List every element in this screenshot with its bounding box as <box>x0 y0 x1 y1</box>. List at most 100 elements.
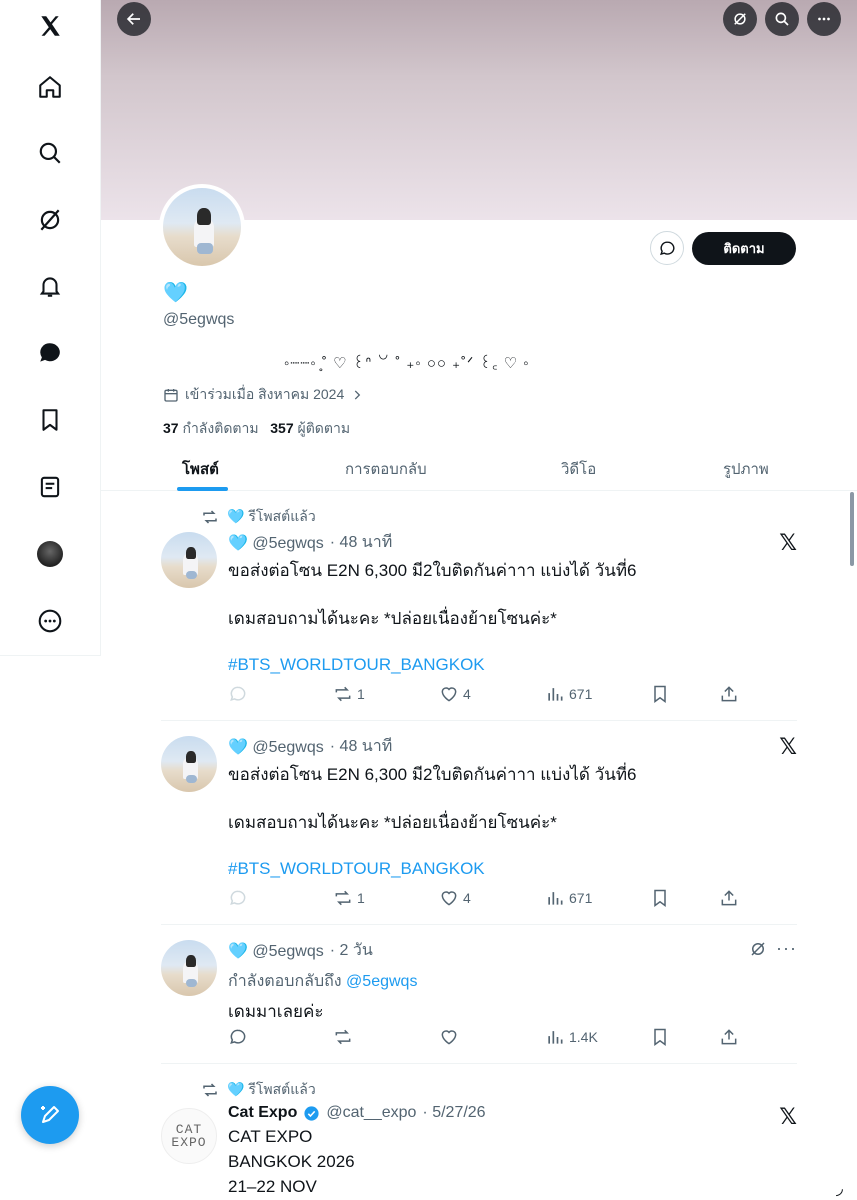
tab-posts[interactable]: โพสต์ <box>182 457 219 481</box>
post-display-name[interactable]: Cat Expo <box>228 1104 297 1122</box>
like-button[interactable]: 4 <box>439 684 471 704</box>
compose-post-button[interactable] <box>21 1086 79 1144</box>
profile-avatar-icon[interactable] <box>32 536 68 572</box>
chat-bubble-icon <box>659 240 675 255</box>
followers-link[interactable]: 357 ผู้ติดตาม <box>270 420 350 436</box>
post-author[interactable]: 🩵 @5egwqs <box>228 737 324 757</box>
profile-tabs: โพสต์ การตอบกลับ วิดีโอ รูปภาพ <box>101 445 857 491</box>
share-button[interactable] <box>719 1027 739 1047</box>
join-date-text: เข้าร่วมเมื่อ สิงหาคม 2024 <box>185 386 345 402</box>
post-card[interactable]: 🩵 @5egwqs · 48 นาที ขอส่งต่อโซน E2N 6,30… <box>161 734 797 914</box>
back-button[interactable] <box>117 2 151 36</box>
home-icon[interactable] <box>32 69 68 105</box>
views-button[interactable]: 671 <box>545 684 592 704</box>
follow-button[interactable]: ติดตาม <box>692 232 796 265</box>
x-source-icon: 𝕏 <box>779 1104 797 1129</box>
bookmark-button[interactable] <box>650 1027 670 1047</box>
search-icon[interactable] <box>32 135 68 171</box>
like-button[interactable]: 4 <box>439 888 471 908</box>
repost-indicator: 🩵 รีโพสต์แล้ว <box>201 1079 316 1101</box>
notifications-icon[interactable] <box>32 268 68 304</box>
message-button[interactable] <box>650 231 684 265</box>
post-text-line: ขอส่งต่อโซน E2N 6,300 มี2ใบติดกันค่าาา แ… <box>228 561 637 580</box>
scrollbar[interactable] <box>850 492 854 566</box>
post-avatar[interactable] <box>161 940 217 996</box>
grok-post-button[interactable] <box>749 940 767 963</box>
messages-icon[interactable] <box>32 335 68 371</box>
divider <box>161 1063 797 1064</box>
loading-spinner-icon: ◞ <box>836 1178 843 1198</box>
post-hashtag[interactable]: #BTS_WORLDTOUR_BANGKOK <box>228 857 788 881</box>
lists-icon[interactable] <box>32 469 68 505</box>
post-text: เดมมาเลยค่ะ <box>228 1002 324 1021</box>
x-logo-icon[interactable] <box>32 8 68 44</box>
repost-icon <box>203 1083 217 1097</box>
post-hashtag[interactable]: #BTS_WORLDTOUR_BANGKOK <box>228 653 788 677</box>
repost-button[interactable] <box>333 1027 353 1047</box>
verified-badge-icon <box>304 1105 319 1121</box>
post-text-line: CAT EXPO <box>228 1127 313 1146</box>
divider <box>161 924 797 925</box>
more-icon[interactable] <box>32 603 68 639</box>
post-avatar[interactable] <box>161 532 217 588</box>
repost-button[interactable]: 1 <box>333 684 365 704</box>
bookmark-button[interactable] <box>650 888 670 908</box>
join-date[interactable]: เข้าร่วมเมื่อ สิงหาคม 2024 <box>163 384 364 406</box>
analytics-icon <box>548 892 563 905</box>
repost-icon <box>335 686 351 702</box>
search-profile-button[interactable] <box>765 2 799 36</box>
tab-media[interactable]: รูปภาพ <box>723 457 769 481</box>
post-card[interactable]: CAT EXPO Cat Expo @cat__expo · 5/27/26 C… <box>161 1104 797 1200</box>
active-tab-indicator <box>177 487 228 491</box>
reply-button[interactable] <box>228 684 248 704</box>
repost-icon <box>335 1029 351 1045</box>
post-actions: 1 4 671 <box>228 684 748 704</box>
like-button[interactable] <box>439 1027 459 1047</box>
more-options-button[interactable] <box>807 2 841 36</box>
post-header: Cat Expo @cat__expo · 5/27/26 <box>228 1104 788 1122</box>
profile-bio: ◦┈┈◦ ̥˚ ♡ ꒰ᐢ ꒡ ˚ ₊◦ ○○ ₊˚ᐟ ꒰꜀ ♡ ◦ <box>284 355 530 372</box>
share-button[interactable] <box>719 684 739 704</box>
post-time[interactable]: · 48 นาที <box>330 734 392 759</box>
reply-button[interactable] <box>228 1027 248 1047</box>
reply-icon <box>230 890 246 905</box>
following-link[interactable]: 37 กำลังติดตาม <box>163 420 259 436</box>
heart-icon <box>441 1030 457 1045</box>
repost-icon <box>335 890 351 906</box>
post-time[interactable]: · 48 นาที <box>330 530 392 555</box>
post-author[interactable]: 🩵 @5egwqs <box>228 533 324 553</box>
bookmarks-icon[interactable] <box>32 402 68 438</box>
views-button[interactable]: 1.4K <box>545 1027 598 1047</box>
repost-button[interactable]: 1 <box>333 888 365 908</box>
post-avatar[interactable] <box>161 736 217 792</box>
bookmark-button[interactable] <box>650 684 670 704</box>
heart-icon <box>441 891 457 906</box>
post-more-button[interactable]: ··· <box>776 938 797 959</box>
share-icon <box>721 686 737 702</box>
post-card[interactable]: 🩵 @5egwqs · 48 นาที ขอส่งต่อโซน E2N 6,30… <box>161 530 797 710</box>
repost-icon <box>203 510 217 524</box>
post-text-line: ขอส่งต่อโซน E2N 6,300 มี2ใบติดกันค่าาา แ… <box>228 765 637 784</box>
post-time[interactable]: · 5/27/26 <box>422 1104 485 1122</box>
tab-videos[interactable]: วิดีโอ <box>561 457 596 481</box>
reply-icon <box>230 686 246 701</box>
post-time[interactable]: · 2 วัน <box>330 938 373 963</box>
bookmark-icon <box>654 889 666 907</box>
grok-profile-button[interactable] <box>723 2 757 36</box>
reply-context: กำลังตอบกลับถึง @5egwqs <box>228 973 418 990</box>
post-header: 🩵 @5egwqs · 48 นาที <box>228 530 788 555</box>
share-button[interactable] <box>719 888 739 908</box>
views-button[interactable]: 671 <box>545 888 592 908</box>
search-icon <box>775 12 789 26</box>
profile-avatar[interactable] <box>159 184 245 270</box>
post-author[interactable]: 🩵 @5egwqs <box>228 941 324 961</box>
reply-button[interactable] <box>228 888 248 908</box>
cat-expo-avatar[interactable]: CAT EXPO <box>161 1108 217 1164</box>
post-header: 🩵 @5egwqs · 48 นาที <box>228 734 788 759</box>
follow-stats: 37 กำลังติดตาม 357 ผู้ติดตาม <box>163 418 350 440</box>
tab-replies[interactable]: การตอบกลับ <box>345 457 427 481</box>
reply-to-handle[interactable]: @5egwqs <box>346 973 417 990</box>
profile-handle: @5egwqs <box>163 311 235 328</box>
grok-icon[interactable] <box>32 202 68 238</box>
post-author[interactable]: @cat__expo <box>326 1104 416 1122</box>
